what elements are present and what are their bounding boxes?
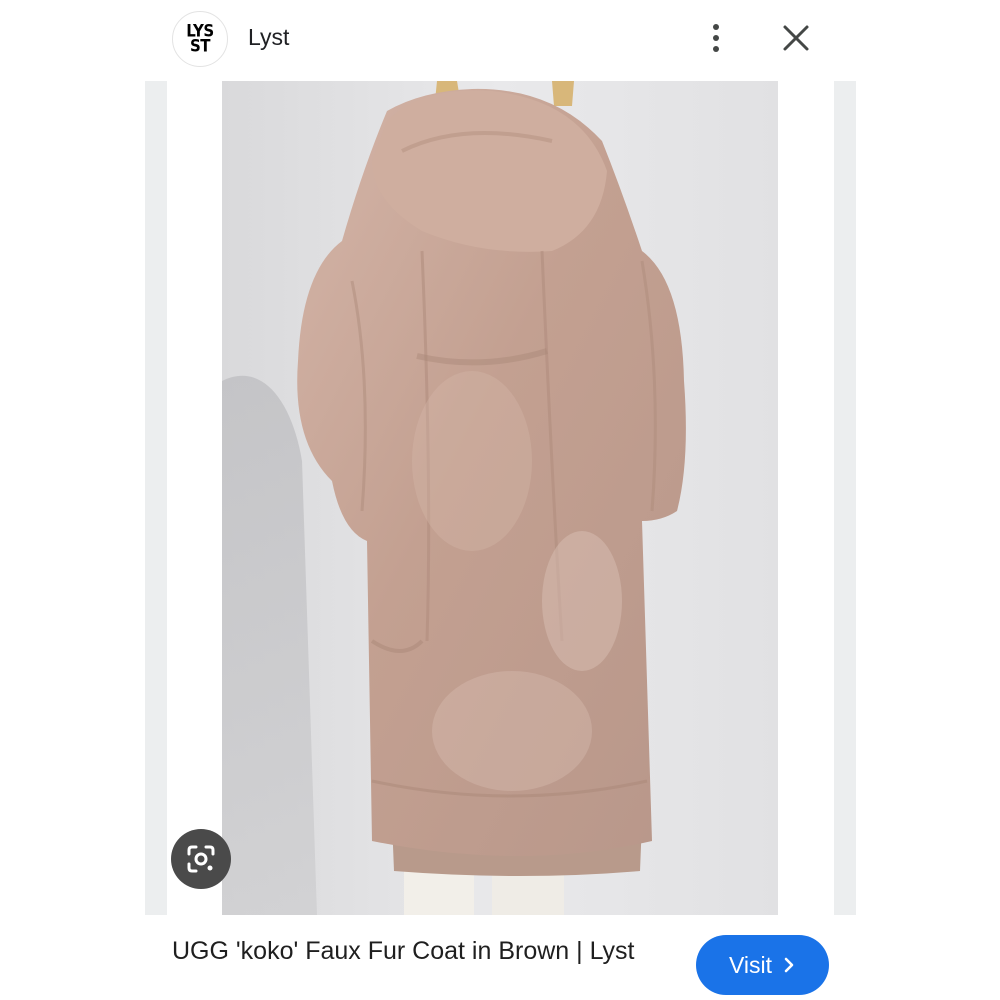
result-title[interactable]: UGG 'koko' Faux Fur Coat in Brown | Lyst (172, 935, 662, 968)
next-image-edge[interactable] (834, 81, 856, 915)
logo-text: LYS ST (186, 20, 214, 57)
header: LYS ST Lyst (0, 0, 1000, 78)
visit-button[interactable]: Visit (696, 935, 829, 995)
product-image[interactable] (222, 81, 778, 915)
more-vert-icon-dot (713, 35, 719, 41)
site-logo[interactable]: LYS ST (172, 11, 228, 67)
visit-label: Visit (728, 951, 773, 978)
previous-image-edge[interactable] (145, 81, 167, 915)
more-options-button[interactable] (700, 20, 732, 56)
more-vert-icon-dot (713, 46, 719, 52)
coat-illustration (222, 81, 778, 915)
close-icon (783, 25, 809, 51)
lens-icon (187, 845, 215, 873)
lens-search-button[interactable] (171, 829, 231, 889)
more-vert-icon (713, 24, 719, 30)
close-button[interactable] (778, 20, 814, 56)
site-name[interactable]: Lyst (248, 24, 289, 51)
chevron-right-icon (784, 957, 794, 973)
